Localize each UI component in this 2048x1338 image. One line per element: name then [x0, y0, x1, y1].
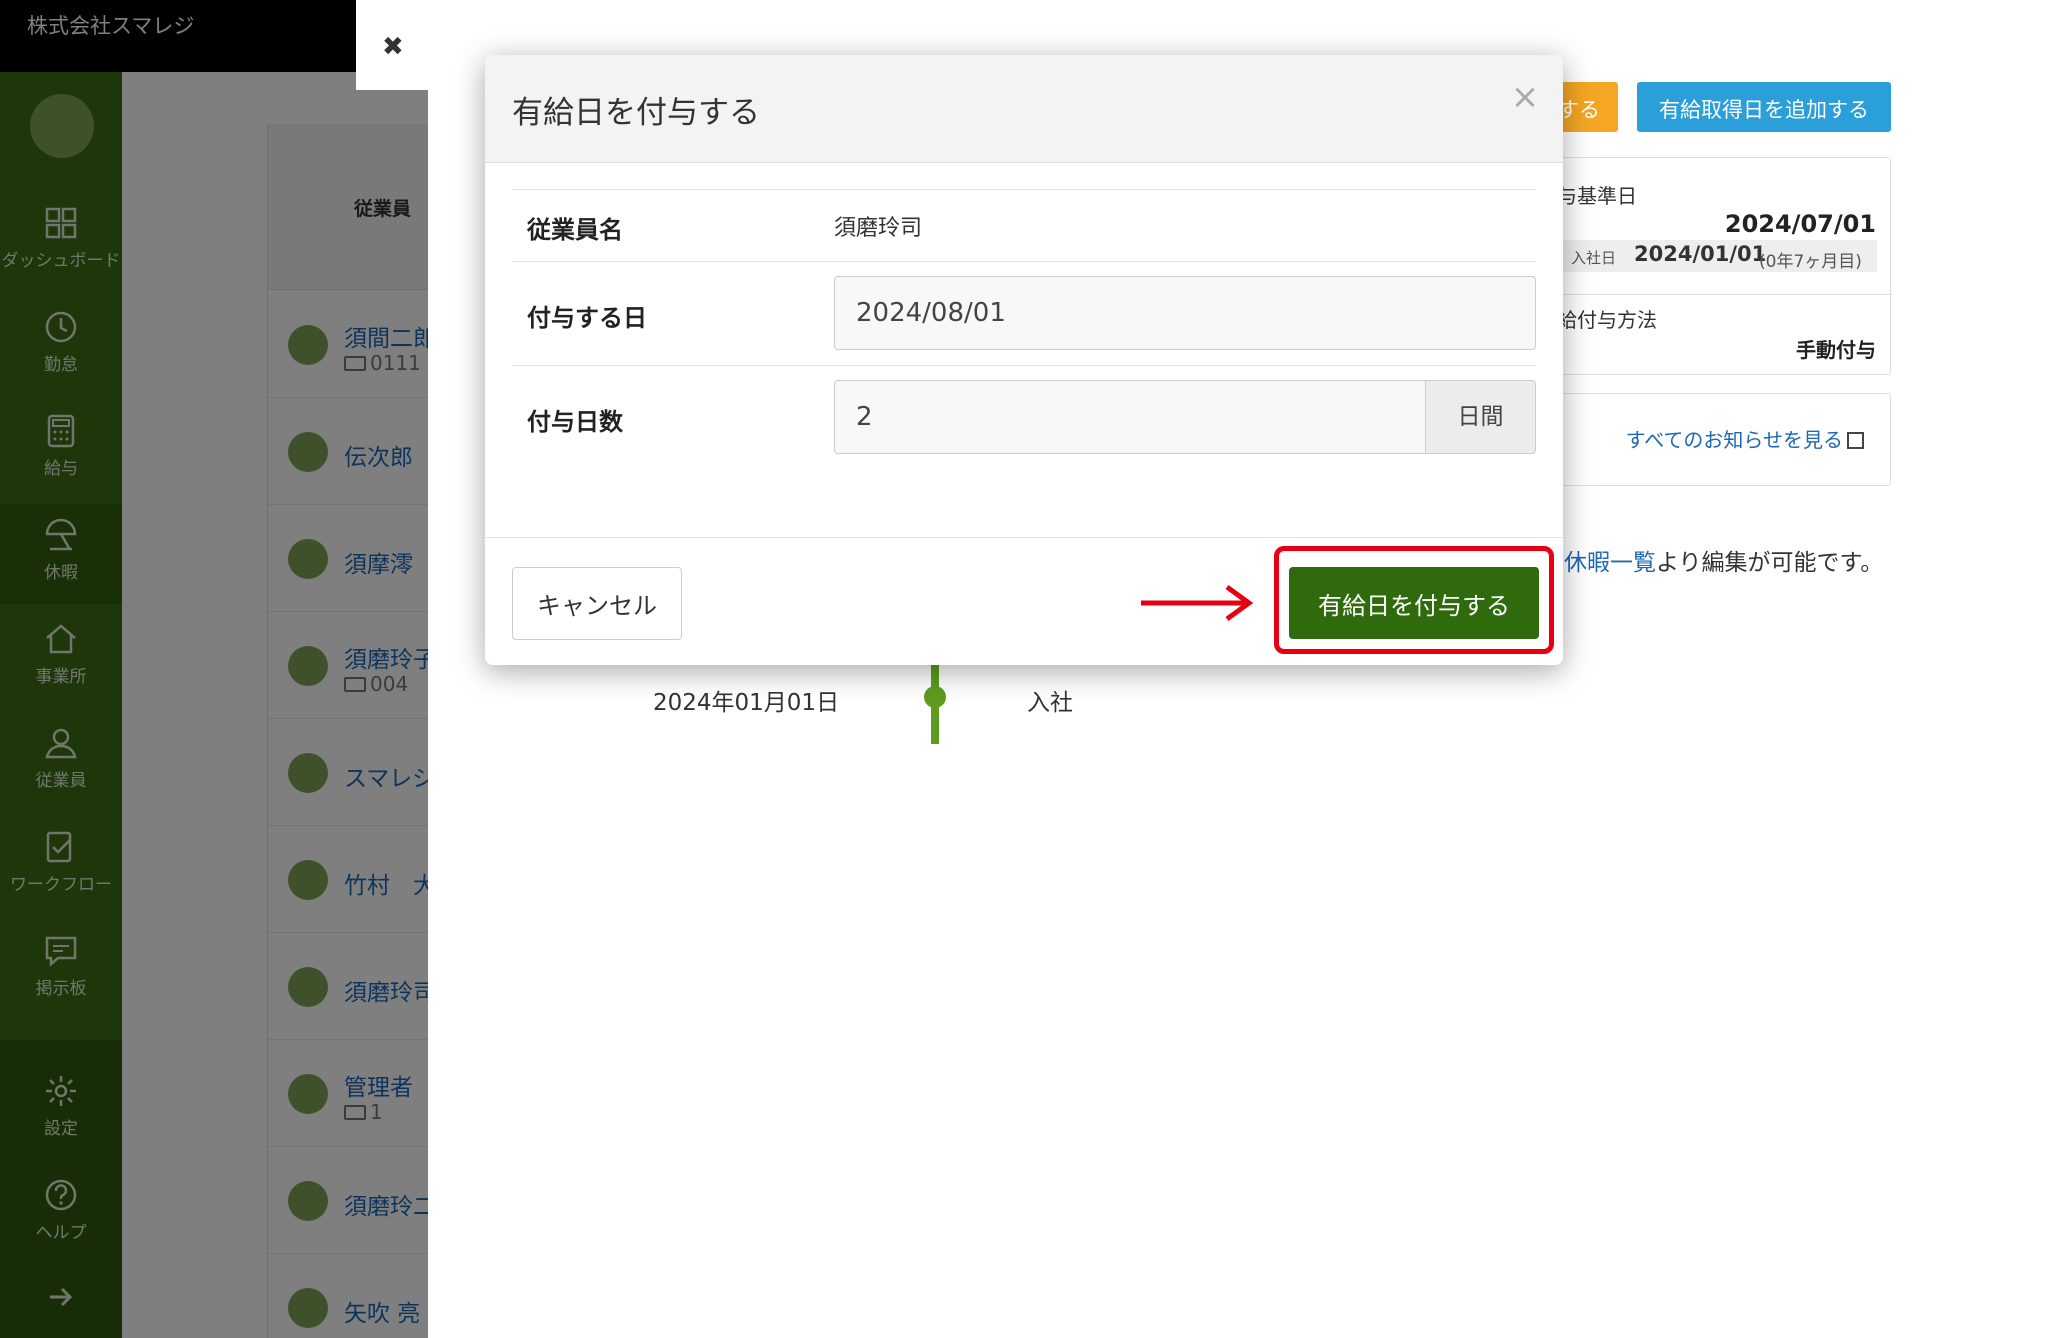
grant-days-row: 付与日数 日間 — [512, 365, 1536, 469]
grant-base-date: 2024/07/01 — [1724, 210, 1876, 238]
annotation-arrow-icon — [1141, 584, 1254, 622]
close-icon[interactable]: × — [1507, 77, 1543, 117]
edit-hint: 休暇一覧より編集が可能です。 — [1564, 543, 1883, 577]
modal-title: 有給日を付与する — [512, 95, 760, 131]
all-notices-link[interactable]: すべてのお知らせを見る — [1626, 424, 1864, 453]
grant-method-label: 給付与方法 — [1557, 308, 1657, 332]
grant-method-value: 手動付与 — [1796, 338, 1876, 362]
grant-date-label: 付与する日 — [527, 304, 647, 332]
grant-date-row: 付与する日 — [512, 261, 1536, 365]
grant-days-input[interactable] — [834, 380, 1426, 454]
drawer-close-icon[interactable]: ✖ — [382, 32, 404, 62]
add-leave-button[interactable]: 有給取得日を追加する — [1637, 82, 1891, 132]
modal-footer: キャンセル 有給日を付与する — [485, 537, 1563, 665]
grant-leave-modal: 有給日を付与する × 従業員名 須磨玲司 付与する日 付与日数 日間 キャンセル… — [485, 55, 1563, 665]
all-notices-label: すべてのお知らせを見る — [1625, 428, 1843, 452]
grant-date-input[interactable] — [834, 276, 1536, 350]
employee-name-row: 従業員名 須磨玲司 — [512, 189, 1536, 261]
external-link-icon — [1847, 432, 1864, 449]
hire-date: 2024/01/01 — [1634, 242, 1767, 266]
employee-name-label: 従業員名 — [527, 216, 623, 244]
cancel-button[interactable]: キャンセル — [512, 567, 682, 640]
employee-name-value: 須磨玲司 — [834, 216, 923, 241]
grant-days-label: 付与日数 — [527, 408, 623, 436]
timeline-event: 入社 — [1027, 690, 1073, 716]
timeline-dot — [924, 686, 946, 708]
grant-base-label: 与基準日 — [1557, 184, 1637, 208]
grant-leave-button[interactable]: 有給日を付与する — [1289, 567, 1539, 639]
modal-header: 有給日を付与する × — [485, 55, 1563, 163]
grant-days-unit: 日間 — [1426, 380, 1536, 454]
timeline-date: 2024年01月01日 — [653, 690, 840, 716]
hire-date-label: 入社日 — [1571, 249, 1617, 267]
tenure: (0年7ヶ月目) — [1759, 252, 1862, 272]
leave-list-link[interactable]: 休暇一覧 — [1564, 550, 1656, 576]
edit-hint-text: より編集が可能です。 — [1656, 550, 1884, 576]
